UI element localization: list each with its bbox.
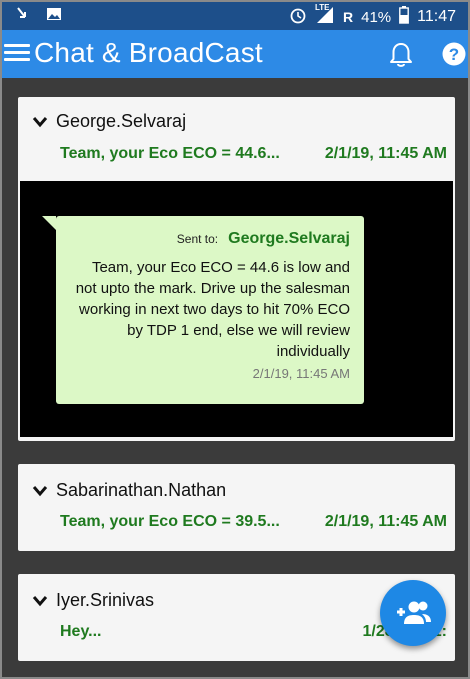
image-icon (46, 6, 62, 26)
message-date: 2/1/19, 11:45 AM (324, 513, 447, 530)
message-text: Team, your Eco ECO = 44.6 is low and not… (75, 259, 350, 360)
status-bar: LTE R 41% 11:47 (2, 2, 468, 30)
add-group-icon (397, 601, 431, 624)
conversation-card[interactable]: Sabarinathan.Nathan Team, your Eco ECO =… (18, 464, 455, 551)
sent-to-label: Sent to: (176, 232, 219, 246)
app-frame: LTE R 41% 11:47 Chat & BroadCast ? Georg… (0, 0, 470, 679)
notification-bell-icon[interactable] (388, 41, 414, 69)
message-preview: Team, your Eco ECO = 44.6... (60, 145, 280, 162)
message-date: 2/1/19, 11:45 AM (324, 145, 447, 162)
recipient-name: George.Selvaraj (228, 230, 350, 247)
message-preview: Team, your Eco ECO = 39.5... (60, 513, 280, 530)
message-preview: Hey... (60, 623, 102, 640)
help-icon[interactable]: ? (442, 42, 466, 66)
conversation-header[interactable]: George.Selvaraj (32, 111, 186, 132)
add-group-button[interactable] (380, 580, 446, 646)
chevron-down-icon[interactable] (32, 593, 48, 609)
message-bubble[interactable]: Sent to: George.Selvaraj Team, your Eco … (42, 216, 364, 404)
roaming-label: R (342, 9, 354, 25)
chevron-down-icon[interactable] (32, 483, 48, 499)
page-title: Chat & BroadCast (34, 37, 263, 68)
battery-icon (399, 6, 410, 28)
missed-call-icon (16, 6, 32, 26)
message-thread: Sent to: George.Selvaraj Team, your Eco … (20, 181, 453, 437)
alarm-icon (289, 6, 307, 28)
message-timestamp: 2/1/19, 11:45 AM (252, 366, 350, 381)
app-bar: Chat & BroadCast ? (2, 30, 468, 78)
conversation-card[interactable]: George.Selvaraj Team, your Eco ECO = 44.… (18, 97, 455, 441)
contact-name: Iyer.Srinivas (56, 590, 155, 610)
bubble-tail (42, 216, 56, 230)
clock-time: 11:47 (417, 8, 456, 25)
network-label: LTE (314, 3, 330, 12)
chevron-down-icon[interactable] (32, 114, 48, 130)
svg-text:?: ? (449, 45, 459, 64)
conversation-header[interactable]: Iyer.Srinivas (32, 590, 154, 611)
contact-name: George.Selvaraj (56, 111, 187, 131)
conversation-header[interactable]: Sabarinathan.Nathan (32, 480, 226, 501)
menu-icon[interactable] (4, 40, 30, 66)
contact-name: Sabarinathan.Nathan (56, 480, 227, 500)
signal-icon: LTE (314, 3, 335, 28)
battery-percent: 41% (361, 8, 392, 26)
